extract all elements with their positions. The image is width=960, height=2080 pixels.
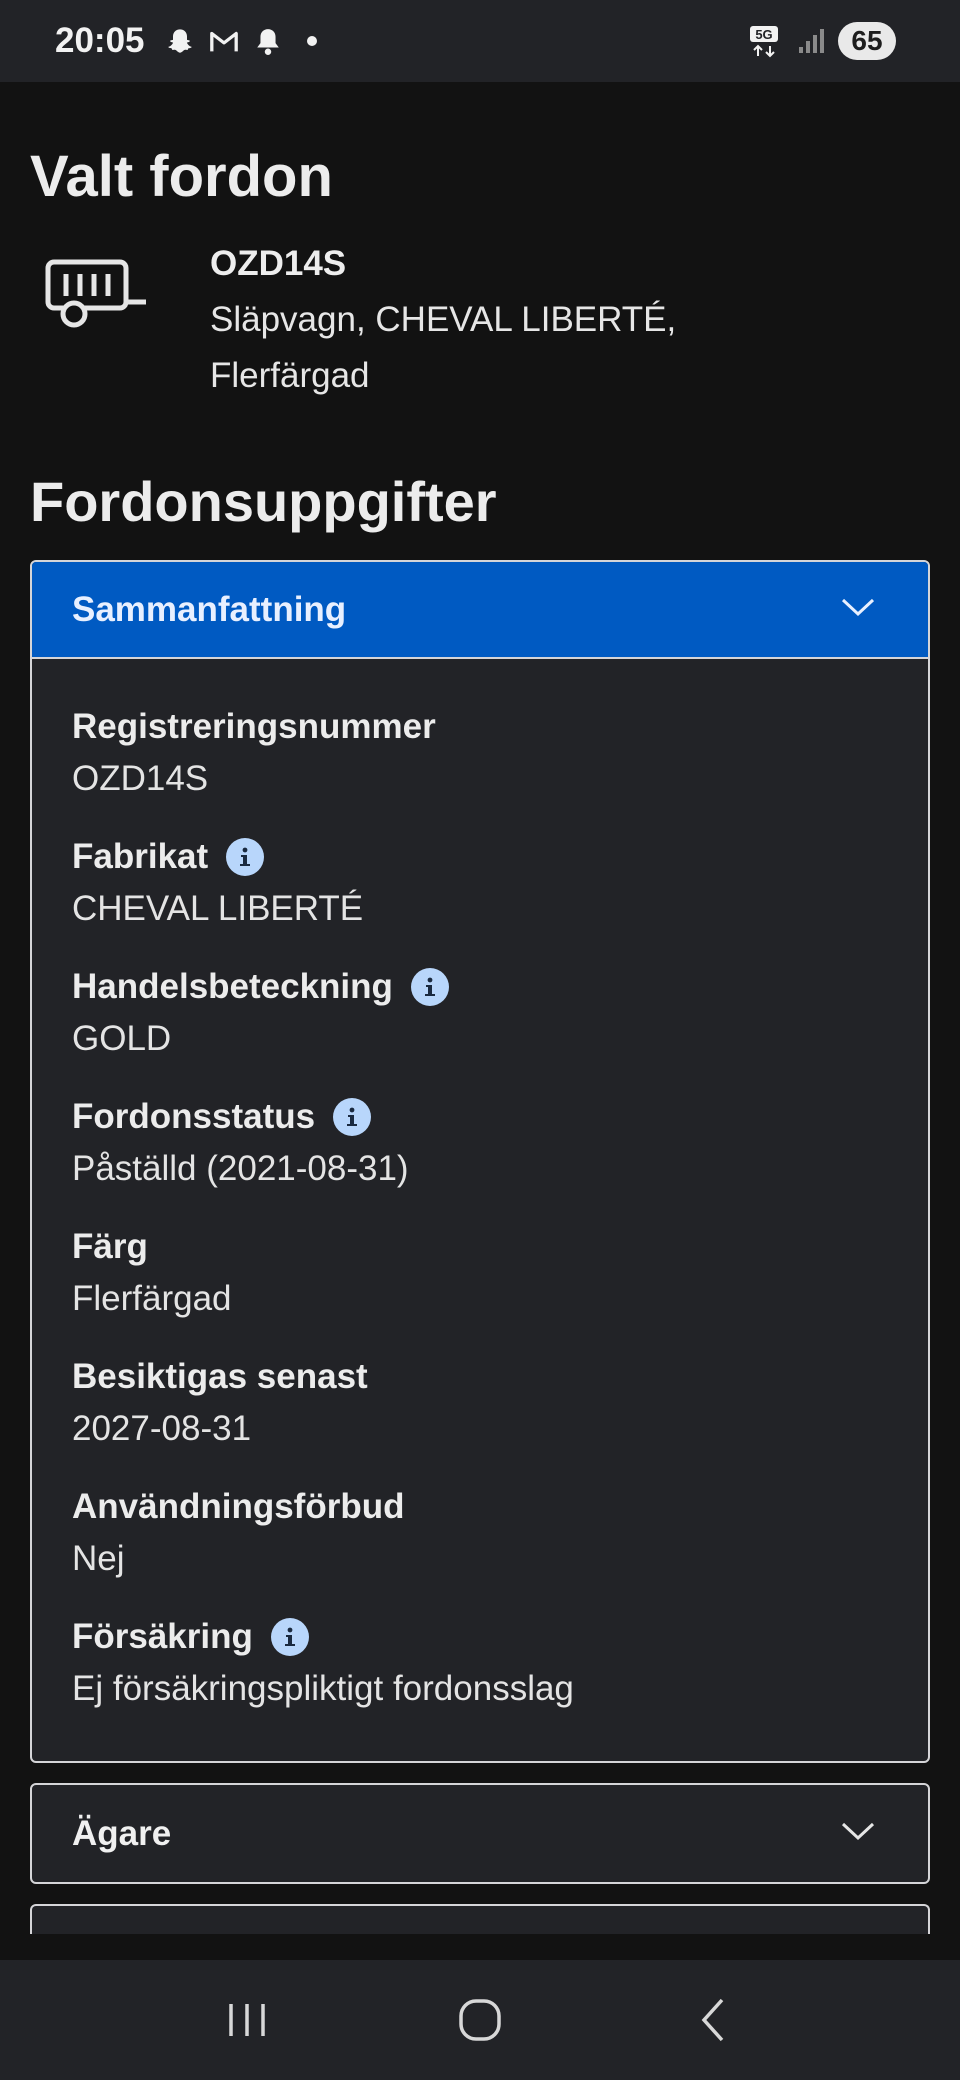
recent-apps-icon[interactable] [207,1980,287,2060]
battery-indicator: 65 [838,22,896,60]
field-value: Påställd (2021-08-31) [72,1149,409,1188]
field-fordonsstatus: Fordonsstatus Påställd (2021-08-31) [72,1095,888,1193]
chevron-down-icon [840,1820,876,1847]
vehicle-registration: OZD14S [210,244,347,283]
page-title: Valt fordon [30,144,333,209]
field-forsakring: Försäkring Ej försäkringspliktigt fordon… [72,1615,888,1713]
field-besiktigas-senast: Besiktigas senast 2027-08-31 [72,1355,888,1453]
field-registreringsnummer: Registreringsnummer OZD14S [72,705,888,803]
owner-accordion-header[interactable]: Ägare [32,1785,928,1882]
owner-title: Ägare [72,1813,172,1853]
owner-accordion: Ägare [30,1783,930,1884]
field-value: CHEVAL LIBERTÉ [72,889,364,928]
field-farg: Färg Flerfärgad [72,1225,888,1323]
bell-icon [253,26,283,56]
field-fabrikat: Fabrikat CHEVAL LIBERTÉ [72,835,888,933]
field-value: GOLD [72,1019,172,1058]
field-label: Färg [72,1227,148,1266]
status-bar: 20:05 5G 65 [0,0,960,82]
field-handelsbeteckning: Handelsbeteckning GOLD [72,965,888,1063]
field-anvandningsforbud: Användningsförbud Nej [72,1485,888,1583]
summary-accordion: Sammanfattning Registreringsnummer OZD14… [30,560,930,1763]
svg-text:5G: 5G [755,27,772,42]
field-value: Flerfärgad [72,1279,232,1318]
gmail-icon [209,26,239,56]
selected-vehicle: OZD14S Släpvagn, CHEVAL LIBERTÉ, Flerfär… [30,240,930,404]
field-value: Ej försäkringspliktigt fordonsslag [72,1669,574,1708]
field-label: Användningsförbud [72,1487,405,1526]
section-title: Fordonsuppgifter [30,470,497,533]
field-label: Försäkring [72,1617,253,1656]
next-accordion[interactable] [30,1904,930,1934]
field-label: Fordonsstatus [72,1097,316,1136]
navigation-bar [0,1960,960,2080]
dot-icon [297,26,327,56]
main-content: Valt fordon OZD14S Släpvagn, CHEVAL LIBE… [30,82,930,1934]
trailer-icon [42,250,152,340]
vehicle-description: Släpvagn, CHEVAL LIBERTÉ, Flerfärgad [210,300,677,395]
snapchat-icon [165,26,195,56]
info-icon[interactable] [333,1098,372,1136]
info-icon[interactable] [410,968,449,1006]
back-icon[interactable] [673,1980,753,2060]
home-icon[interactable] [440,1980,520,2060]
field-label: Fabrikat [72,837,209,876]
network-5g-icon: 5G [748,26,784,58]
field-value: Nej [72,1539,125,1578]
summary-accordion-header[interactable]: Sammanfattning [32,562,928,659]
chevron-down-icon [840,596,876,623]
field-label: Handelsbeteckning [72,967,393,1006]
summary-title: Sammanfattning [72,589,347,629]
field-label: Besiktigas senast [72,1357,368,1396]
signal-icon [796,26,826,56]
field-label: Registreringsnummer [72,707,436,746]
field-value: 2027-08-31 [72,1409,252,1448]
status-time: 20:05 [55,21,145,60]
info-icon[interactable] [226,838,265,876]
info-icon[interactable] [270,1618,309,1656]
field-value: OZD14S [72,759,209,798]
summary-body: Registreringsnummer OZD14S Fabrikat CHEV… [32,659,928,1761]
